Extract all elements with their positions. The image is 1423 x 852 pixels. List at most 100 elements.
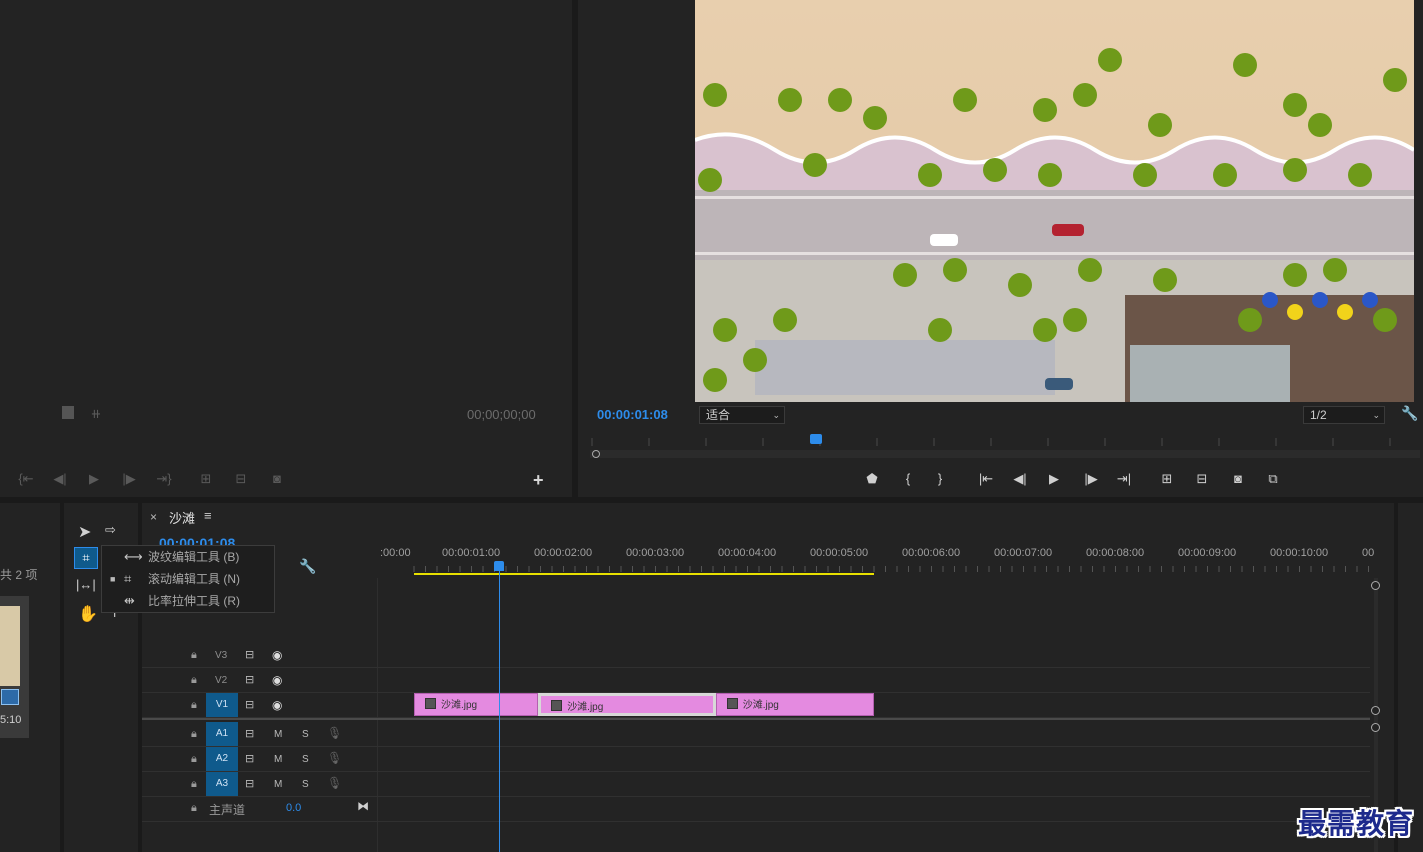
mute-button[interactable]: M — [274, 729, 282, 740]
lock-icon[interactable]: 🔒︎ — [191, 649, 197, 662]
play-icon[interactable]: ▶ — [84, 470, 104, 488]
mark-in-icon[interactable]: {⇤ — [16, 470, 36, 488]
timeline-clip[interactable]: 沙滩.jpg — [414, 693, 539, 716]
rolling-edit-label: 滚动编辑工具 (N) — [148, 572, 240, 586]
track-label-a1[interactable]: A1 — [206, 722, 238, 746]
master-volume-value[interactable]: 0.0 — [286, 802, 301, 814]
ruler-label: 00:00:05:00 — [810, 547, 869, 559]
step-back-icon[interactable]: ◀| — [1009, 470, 1031, 488]
panel-menu-icon[interactable]: ≡ — [204, 508, 212, 523]
ruler-label: 00 — [1362, 547, 1375, 559]
go-to-in-out-icon[interactable]: ⧓ — [357, 799, 369, 813]
mark-out-icon[interactable]: ⇥} — [154, 470, 174, 488]
av-divider — [142, 718, 1370, 720]
mute-button[interactable]: M — [274, 754, 282, 765]
step-forward-icon[interactable]: |▶ — [119, 470, 139, 488]
timeline-clip[interactable]: 沙滩.jpg — [715, 693, 874, 716]
eye-icon[interactable]: ◉ — [272, 698, 282, 712]
track-label-v2[interactable]: V2 — [215, 675, 227, 686]
microphone-icon[interactable]: 🎙︎ — [327, 776, 342, 790]
program-timecode: 00:00:01:08 — [597, 407, 668, 422]
hand-tool-icon[interactable]: ✋ — [78, 604, 98, 624]
scroll-handle-video-bottom[interactable] — [1371, 706, 1380, 715]
add-button-icon[interactable]: + — [533, 470, 544, 491]
program-preview-image — [695, 0, 1414, 402]
insert-icon[interactable]: ⊞ — [196, 470, 216, 488]
track-label-a2[interactable]: A2 — [206, 747, 238, 771]
go-to-in-icon[interactable]: |⇤ — [975, 470, 997, 488]
track-label-v1[interactable]: V1 — [206, 693, 238, 717]
sync-lock-icon[interactable]: ⊟ — [245, 727, 254, 740]
lock-icon[interactable]: 🔒︎ — [191, 699, 197, 712]
rolling-edit-tool-icon[interactable]: ⌗ — [74, 547, 98, 569]
overwrite-icon[interactable]: ⊟ — [231, 470, 251, 488]
sync-lock-icon[interactable]: ⊟ — [245, 648, 254, 661]
step-forward-icon[interactable]: |▶ — [1080, 470, 1102, 488]
timeline-playhead-line[interactable] — [498, 566, 500, 852]
lift-icon[interactable]: ⊞ — [1156, 470, 1178, 488]
zoom-handle[interactable] — [592, 450, 600, 458]
lock-icon[interactable]: 🔒︎ — [191, 802, 197, 815]
sync-lock-icon[interactable]: ⊟ — [245, 698, 254, 711]
rolling-edit-tool-item[interactable]: ■ ⌗ 滚动编辑工具 (N) — [102, 568, 274, 590]
eye-icon[interactable]: ◉ — [272, 673, 282, 687]
resolution-select[interactable]: 1/2 ⌄ — [1303, 406, 1385, 424]
play-icon[interactable]: ▶ — [1043, 470, 1065, 488]
microphone-icon[interactable]: 🎙︎ — [327, 751, 342, 765]
compare-icon[interactable]: ⧉ — [1262, 470, 1284, 488]
program-playhead[interactable] — [810, 434, 822, 444]
image-icon — [425, 698, 436, 709]
ripple-edit-tool-item[interactable]: ⟷ 波纹编辑工具 (B) — [102, 546, 274, 568]
sync-lock-icon[interactable]: ⊟ — [245, 777, 254, 790]
ruler-label: 00:00:03:00 — [626, 547, 685, 559]
step-back-icon[interactable]: ◀| — [50, 470, 70, 488]
extract-icon[interactable]: ⊟ — [1191, 470, 1213, 488]
solo-button[interactable]: S — [302, 729, 309, 740]
mark-in-icon[interactable]: { — [897, 470, 919, 488]
scroll-handle-audio-top[interactable] — [1371, 723, 1380, 732]
ruler-label: 00:00:02:00 — [534, 547, 593, 559]
camera-icon[interactable]: ◙ — [267, 470, 287, 488]
rate-stretch-tool-item[interactable]: ⇹ 比率拉伸工具 (R) — [102, 590, 274, 612]
fit-select[interactable]: 适合 ⌄ — [699, 406, 785, 424]
selection-tool-icon[interactable]: ➤ — [78, 522, 91, 542]
slip-tool-icon[interactable]: |↔| — [76, 577, 96, 592]
zoom-scrollbar[interactable] — [590, 450, 1420, 458]
clip-label: 沙滩.jpg — [567, 702, 604, 713]
mark-out-icon[interactable]: } — [929, 470, 951, 488]
project-thumbnail[interactable]: 5:10 — [0, 596, 29, 738]
lock-icon[interactable]: 🔒︎ — [191, 778, 197, 791]
scroll-handle-top[interactable] — [1371, 581, 1380, 590]
go-to-out-icon[interactable]: ⇥| — [1113, 470, 1135, 488]
close-tab-icon[interactable]: × — [150, 510, 157, 524]
timeline-settings-wrench-icon[interactable]: 🔧 — [299, 558, 316, 575]
lock-icon[interactable]: 🔒︎ — [191, 753, 197, 766]
work-area-bar[interactable] — [414, 573, 874, 575]
microphone-icon[interactable]: 🎙︎ — [327, 726, 342, 740]
drag-audio-icon[interactable]: ⧺ — [86, 405, 106, 423]
add-marker-icon[interactable]: ⬟ — [861, 470, 883, 488]
sync-lock-icon[interactable]: ⊟ — [245, 752, 254, 765]
ruler-label: 00:00:10:00 — [1270, 547, 1329, 559]
wrench-icon[interactable]: 🔧 — [1401, 405, 1418, 422]
ripple-edit-label: 波纹编辑工具 (B) — [148, 550, 240, 564]
lock-icon[interactable]: 🔒︎ — [191, 728, 197, 741]
timeline-playhead[interactable] — [494, 561, 505, 571]
track-row-v2 — [142, 668, 1370, 693]
camera-icon[interactable]: ◙ — [1227, 470, 1249, 488]
solo-button[interactable]: S — [302, 779, 309, 790]
program-time-ruler[interactable] — [590, 436, 1420, 448]
settings-icon[interactable] — [62, 406, 74, 419]
sync-lock-icon[interactable]: ⊟ — [245, 673, 254, 686]
solo-button[interactable]: S — [302, 754, 309, 765]
eye-icon[interactable]: ◉ — [272, 648, 282, 662]
lock-icon[interactable]: 🔒︎ — [191, 674, 197, 687]
resolution-select-value: 1/2 — [1310, 408, 1327, 422]
track-select-tool-icon[interactable]: ⇨ — [105, 522, 116, 538]
clip-label: 沙滩.jpg — [441, 700, 478, 711]
sequence-tab-title[interactable]: 沙滩 — [169, 508, 195, 527]
mute-button[interactable]: M — [274, 779, 282, 790]
timeline-clip[interactable]: 沙滩.jpg — [538, 693, 716, 716]
track-label-v3[interactable]: V3 — [215, 650, 227, 661]
track-label-a3[interactable]: A3 — [206, 772, 238, 796]
